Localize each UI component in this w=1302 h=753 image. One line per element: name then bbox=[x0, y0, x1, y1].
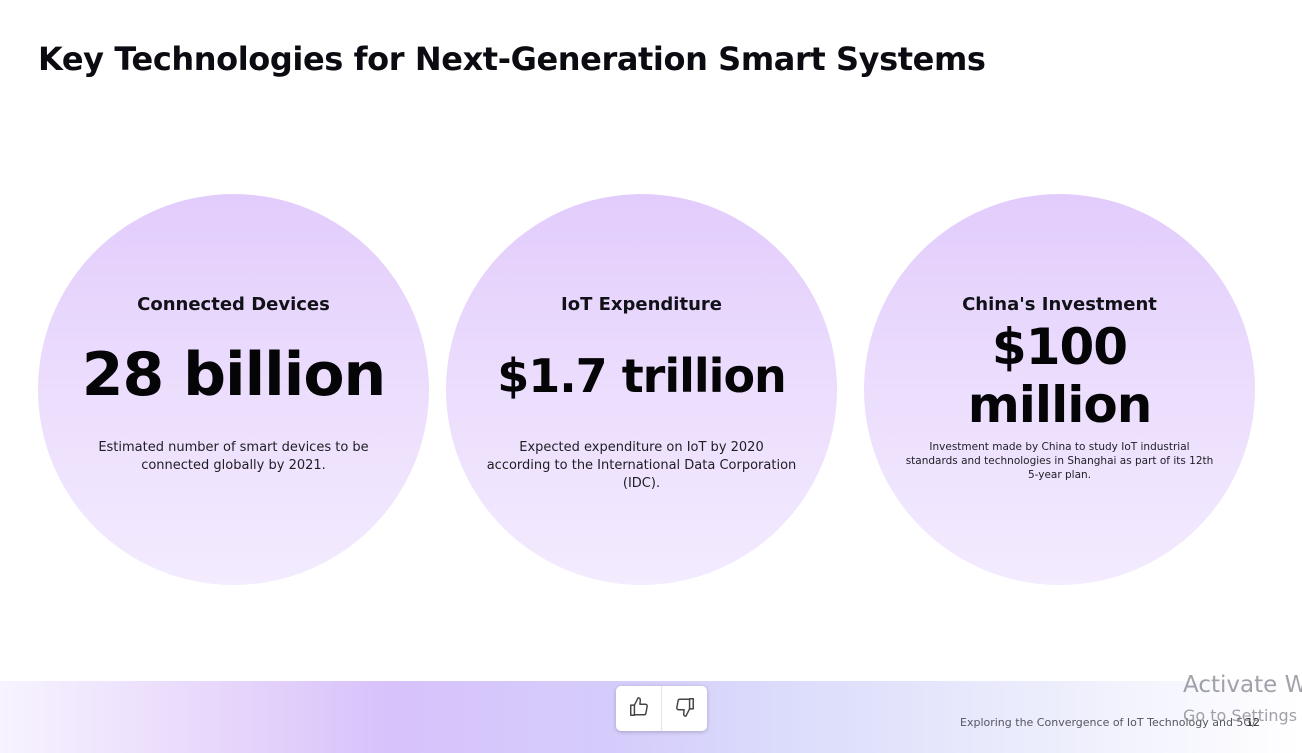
slide: Key Technologies for Next-Generation Sma… bbox=[0, 0, 1302, 753]
stat-description: Expected expenditure on IoT by 2020 acco… bbox=[486, 440, 797, 491]
stat-value: 28 billion bbox=[81, 340, 387, 410]
stat-card-connected-devices: Connected Devices 28 billion Estimated n… bbox=[38, 194, 429, 585]
stat-value-line-1: $100 bbox=[991, 318, 1128, 376]
stat-card-iot-expenditure: IoT Expenditure $1.7 trillion Expected e… bbox=[446, 194, 837, 585]
thumbs-up-icon bbox=[628, 696, 650, 722]
stat-card-china-investment: China's Investment $100 million Investme… bbox=[864, 194, 1255, 585]
stat-value-line-2: million bbox=[967, 376, 1153, 434]
feedback-toolbar bbox=[616, 686, 707, 731]
stat-description: Investment made by China to study IoT in… bbox=[905, 441, 1214, 481]
activation-watermark-title: Activate W bbox=[1183, 672, 1302, 698]
stat-heading: China's Investment bbox=[962, 294, 1157, 315]
activation-watermark-link[interactable]: Go to Settings bbox=[1183, 706, 1297, 725]
stat-description: Estimated number of smart devices to be … bbox=[98, 440, 369, 473]
stat-value: $100 million bbox=[864, 318, 1255, 434]
stat-heading: Connected Devices bbox=[137, 294, 330, 315]
like-button[interactable] bbox=[616, 686, 661, 731]
dislike-button[interactable] bbox=[661, 686, 707, 731]
slide-title: Key Technologies for Next-Generation Sma… bbox=[38, 40, 986, 78]
thumbs-down-icon bbox=[674, 696, 696, 722]
stat-value: $1.7 trillion bbox=[497, 349, 787, 403]
stat-heading: IoT Expenditure bbox=[561, 294, 722, 315]
